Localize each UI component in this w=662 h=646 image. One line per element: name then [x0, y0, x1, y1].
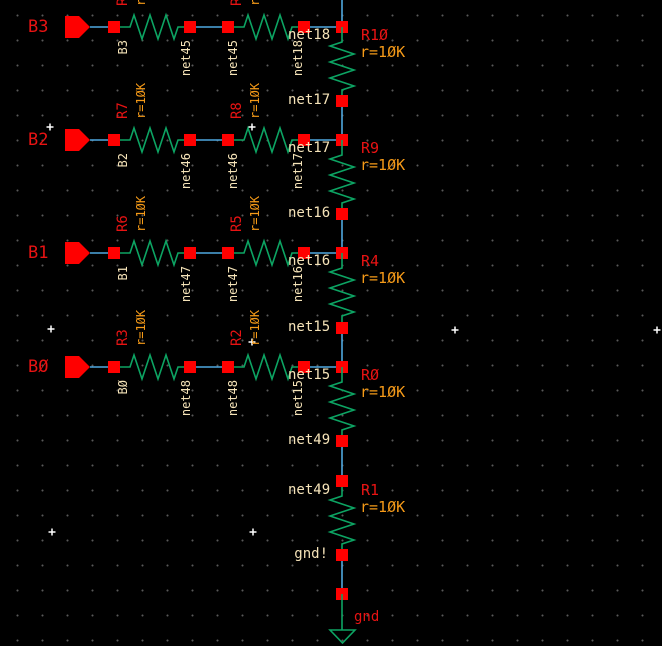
terminal-square[interactable] [108, 134, 120, 146]
net-label-gnd[interactable]: gnd! [288, 547, 328, 561]
origin-cross [248, 123, 256, 131]
net-label-net45[interactable]: net45 [179, 40, 193, 76]
pin-label-b0[interactable]: BØ [28, 359, 48, 376]
resistor-value-label-r12[interactable]: r=1ØK [248, 0, 262, 6]
net-label-net49-bottom[interactable]: net49 [288, 433, 330, 447]
origin-cross [249, 528, 257, 536]
terminal-square[interactable] [336, 435, 348, 447]
pin-label-b2[interactable]: B2 [28, 132, 48, 149]
terminal-square[interactable] [222, 247, 234, 259]
resistor-name-label-r7[interactable]: R7 [115, 102, 131, 119]
resistor-name-label-r6[interactable]: R6 [115, 215, 131, 232]
resistor-name-label-r2[interactable]: R2 [229, 329, 245, 346]
resistor-value-label-r9[interactable]: r=1ØK [360, 158, 405, 173]
pin-shape-B1[interactable] [65, 242, 90, 264]
schematic-graphics [46, 0, 661, 645]
net-label-net47[interactable]: net47 [179, 266, 193, 302]
ground-net-label[interactable]: gnd [354, 610, 379, 624]
resistor-symbol-r7[interactable] [113, 127, 191, 153]
resistor-value-label-r0[interactable]: r=1ØK [360, 385, 405, 400]
origin-cross [653, 326, 661, 334]
origin-cross [48, 528, 56, 536]
resistor-name-label-r1[interactable]: R1 [361, 483, 379, 498]
resistor-name-label-r5[interactable]: R5 [229, 215, 245, 232]
resistor-value-label-r4[interactable]: r=1ØK [360, 271, 405, 286]
resistor-value-label-r2[interactable]: r=1ØK [248, 310, 262, 346]
resistor-name-label-r8[interactable]: R8 [229, 102, 245, 119]
pin-shape-B3[interactable] [65, 16, 90, 38]
terminal-square[interactable] [222, 361, 234, 373]
terminal-square[interactable] [184, 134, 196, 146]
origin-cross [47, 325, 55, 333]
resistor-name-label-r3[interactable]: R3 [115, 329, 131, 346]
net-label-b3[interactable]: B3 [116, 40, 130, 54]
resistor-symbol-r10[interactable] [329, 26, 355, 102]
net-label-net15-bottom[interactable]: net15 [288, 320, 330, 334]
resistor-name-label-r0[interactable]: RØ [361, 368, 379, 383]
terminal-square[interactable] [184, 21, 196, 33]
net-label-net18-vert[interactable]: net18 [291, 40, 305, 76]
resistor-value-label-r1[interactable]: r=1ØK [360, 500, 405, 515]
net-label-net46[interactable]: net46 [226, 153, 240, 189]
terminal-square[interactable] [336, 475, 348, 487]
resistor-name-label-r4[interactable]: R4 [361, 254, 379, 269]
net-label-b1[interactable]: B1 [116, 266, 130, 280]
resistor-value-label-r11[interactable]: r=1ØK [134, 0, 148, 6]
resistor-name-label-r9[interactable]: R9 [361, 141, 379, 156]
pin-shape-B0[interactable] [65, 356, 90, 378]
terminal-square[interactable] [108, 247, 120, 259]
terminal-square[interactable] [222, 134, 234, 146]
resistor-name-label-r10[interactable]: R1Ø [361, 28, 388, 43]
resistor-symbol-r3[interactable] [113, 354, 191, 380]
resistor-symbol-r4[interactable] [329, 252, 355, 328]
terminal-square[interactable] [108, 361, 120, 373]
resistor-symbol-r9[interactable] [329, 139, 355, 215]
terminal-square[interactable] [336, 95, 348, 107]
resistor-symbol-r1[interactable] [329, 480, 355, 556]
terminal-square[interactable] [336, 322, 348, 334]
resistor-value-label-r5[interactable]: r=1ØK [248, 196, 262, 232]
pin-label-b1[interactable]: B1 [28, 245, 48, 262]
resistor-symbol-r6[interactable] [113, 240, 191, 266]
net-label-net48[interactable]: net48 [179, 380, 193, 416]
schematic-canvas: B3 B3 R11 r=1ØK net45 R12 r=1ØK net45 ne… [0, 0, 662, 646]
resistor-value-label-r8[interactable]: r=1ØK [248, 83, 262, 119]
terminal-square[interactable] [222, 21, 234, 33]
resistor-symbol-r11[interactable] [113, 14, 191, 40]
net-label-net15-vert[interactable]: net15 [291, 380, 305, 416]
net-label-net48[interactable]: net48 [226, 380, 240, 416]
terminal-square[interactable] [184, 361, 196, 373]
resistor-value-label-r6[interactable]: r=1ØK [134, 196, 148, 232]
net-label-net16-bottom[interactable]: net16 [288, 206, 330, 220]
net-label-net17-bottom[interactable]: net17 [288, 93, 330, 107]
terminal-square[interactable] [108, 21, 120, 33]
net-label-net49-top[interactable]: net49 [288, 483, 330, 497]
net-label-b2[interactable]: B2 [116, 153, 130, 167]
pin-shape-B2[interactable] [65, 129, 90, 151]
terminal-square[interactable] [336, 208, 348, 220]
resistor-value-label-r3[interactable]: r=1ØK [134, 310, 148, 346]
net-label-b0[interactable]: BØ [116, 380, 130, 394]
resistor-name-label-r11[interactable]: R11 [115, 0, 131, 6]
terminal-square[interactable] [184, 247, 196, 259]
net-label-net17-vert[interactable]: net17 [291, 153, 305, 189]
terminal-square[interactable] [336, 549, 348, 561]
net-label-net47[interactable]: net47 [226, 266, 240, 302]
ground-symbol[interactable] [328, 629, 357, 645]
net-label-net16-vert[interactable]: net16 [291, 266, 305, 302]
net-label-net46[interactable]: net46 [179, 153, 193, 189]
resistor-value-label-r10[interactable]: r=1ØK [360, 45, 405, 60]
resistor-name-label-r12[interactable]: R12 [229, 0, 245, 6]
net-label-net45[interactable]: net45 [226, 40, 240, 76]
origin-cross [451, 326, 459, 334]
resistor-symbol-r0[interactable] [329, 366, 355, 442]
resistor-value-label-r7[interactable]: r=1ØK [134, 83, 148, 119]
pin-label-b3[interactable]: B3 [28, 19, 48, 36]
